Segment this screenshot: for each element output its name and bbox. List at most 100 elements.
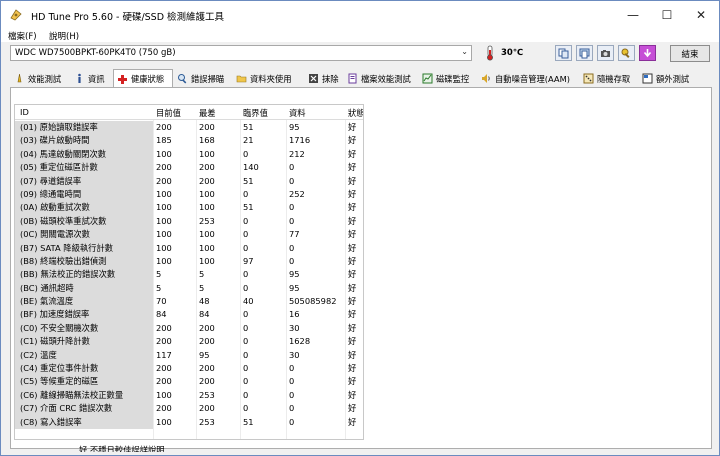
column-header-data[interactable]: 資料 bbox=[289, 107, 306, 119]
table-row[interactable]: (07) 尋道錯誤率 200 200 51 0 好 bbox=[15, 174, 363, 188]
column-header-current[interactable]: 目前值 bbox=[156, 107, 181, 119]
copy-screen-icon[interactable] bbox=[576, 45, 593, 61]
worst-value-cell: 253 bbox=[199, 416, 215, 427]
table-row[interactable]: (0C) 開關電源次數 100 100 0 77 好 bbox=[15, 228, 363, 242]
worst-value-cell: 200 bbox=[199, 322, 215, 333]
threshold-cell: 51 bbox=[243, 416, 254, 427]
table-row[interactable]: (C6) 離線掃瞄無法校正數量 100 253 0 0 好 bbox=[15, 388, 363, 403]
smart-attributes-table[interactable]: ID 目前值 最差 臨界值 資料 狀態 (01) 原始讀取錯誤率 200 200 51… bbox=[14, 104, 364, 440]
table-row[interactable]: (BF) 加速度錯誤率 84 84 0 16 好 bbox=[15, 308, 363, 322]
column-header-status[interactable]: 狀態 bbox=[348, 107, 363, 119]
table-row[interactable]: (B8) 終端校驗出錯偵測 100 100 97 0 好 bbox=[15, 254, 363, 269]
threshold-cell: 51 bbox=[243, 122, 254, 132]
status-cell: 好 bbox=[348, 363, 357, 374]
table-row[interactable]: (04) 馬達啟動關閉次數 100 100 0 212 好 bbox=[15, 147, 363, 162]
tab-extra-tests[interactable]: 額外測試 bbox=[642, 70, 689, 87]
table-row[interactable]: (09) 總通電時間 100 100 0 252 好 bbox=[15, 187, 363, 202]
minimize-button[interactable]: — bbox=[616, 1, 650, 29]
status-cell: 好 bbox=[348, 296, 357, 307]
raw-data-cell: 30 bbox=[289, 322, 300, 333]
raw-data-cell: 505085982 bbox=[289, 296, 337, 307]
worst-value-cell: 168 bbox=[199, 135, 215, 146]
folder-usage-icon bbox=[236, 75, 247, 83]
tab-strip: 效能測試 資訊 健康狀態 錯誤掃瞄 資料夾使用 抹除 檔案效能測試 磁碟監控 自… bbox=[10, 69, 712, 88]
tab-label: 健康狀態 bbox=[131, 74, 165, 84]
worst-value-cell: 84 bbox=[199, 309, 210, 320]
raw-data-cell: 77 bbox=[289, 229, 300, 240]
table-row[interactable]: (C2) 溫度 117 95 0 30 好 bbox=[15, 348, 363, 363]
threshold-cell: 0 bbox=[243, 403, 249, 414]
threshold-cell: 0 bbox=[243, 349, 249, 360]
table-row[interactable]: (05) 重定位磁區計數 200 200 140 0 好 bbox=[15, 161, 363, 175]
tab-health[interactable]: 健康狀態 bbox=[113, 69, 173, 88]
attribute-name-cell: (BB) 無法校正的錯誤次數 bbox=[15, 268, 153, 282]
attribute-name-cell: (07) 尋道錯誤率 bbox=[15, 174, 153, 188]
table-row[interactable]: (B7) SATA 降級執行計數 100 100 0 0 好 bbox=[15, 241, 363, 255]
tab-file-benchmark[interactable]: 檔案效能測試 bbox=[347, 70, 411, 87]
current-value-cell: 200 bbox=[156, 322, 172, 333]
tab-error-scan[interactable]: 錯誤掃瞄 bbox=[177, 70, 224, 87]
title-bar[interactable]: HD Tune Pro 5.60 - 硬碟/SSD 檢測維護工具 — ☐ ✕ bbox=[1, 1, 719, 29]
download-arrow-icon[interactable] bbox=[639, 45, 656, 61]
table-row[interactable]: (03) 碟片啟動時間 185 168 21 1716 好 bbox=[15, 134, 363, 148]
table-row[interactable]: (C0) 不安全關機次數 200 200 0 30 好 bbox=[15, 321, 363, 336]
tab-random-access[interactable]: 隨機存取 bbox=[583, 70, 630, 87]
copy-info-icon[interactable] bbox=[555, 45, 572, 61]
threshold-cell: 0 bbox=[243, 389, 249, 400]
attribute-name-cell: (C7) 介面 CRC 錯誤次數 bbox=[15, 402, 153, 416]
menu-file[interactable]: 檔案(F) bbox=[8, 30, 37, 42]
health-cross-icon bbox=[118, 74, 127, 84]
worst-value-cell: 253 bbox=[199, 215, 215, 226]
table-row[interactable]: (BE) 氣流溫度 70 48 40 505085982 好 bbox=[15, 295, 363, 309]
maximize-button[interactable]: ☐ bbox=[650, 1, 684, 29]
threshold-cell: 0 bbox=[243, 188, 249, 199]
table-row[interactable]: (0B) 磁頭校準重試次數 100 253 0 0 好 bbox=[15, 214, 363, 229]
status-cell: 好 bbox=[348, 269, 357, 280]
status-cell: 好 bbox=[348, 202, 357, 213]
tab-benchmark[interactable]: 效能測試 bbox=[14, 70, 61, 87]
table-row[interactable]: (BC) 通訊超時 5 5 0 95 好 bbox=[15, 281, 363, 296]
chevron-down-icon[interactable]: ⌄ bbox=[461, 47, 468, 56]
status-cell: 好 bbox=[348, 403, 357, 414]
exit-button[interactable]: 結束 bbox=[670, 45, 710, 62]
table-row[interactable]: (C5) 等候重定的磁區 200 200 0 0 好 bbox=[15, 375, 363, 389]
column-header-worst[interactable]: 最差 bbox=[199, 107, 216, 119]
tab-info[interactable]: 資訊 bbox=[74, 70, 105, 87]
status-cell: 好 bbox=[348, 215, 357, 226]
worst-value-cell: 100 bbox=[199, 242, 215, 253]
raw-data-cell: 0 bbox=[289, 255, 295, 266]
worst-value-cell: 200 bbox=[199, 403, 215, 414]
drive-select[interactable]: WDC WD7500BPKT-60PK4T0 (750 gB) ⌄ bbox=[10, 45, 472, 61]
column-header-threshold[interactable]: 臨界值 bbox=[243, 107, 268, 119]
menu-help[interactable]: 說明(H) bbox=[49, 30, 79, 42]
screenshot-camera-icon[interactable] bbox=[597, 45, 614, 61]
column-header-id[interactable]: ID bbox=[20, 107, 29, 117]
tab-erase[interactable]: 抹除 bbox=[308, 70, 339, 87]
table-row[interactable]: (BB) 無法校正的錯誤次數 5 5 0 95 好 bbox=[15, 268, 363, 282]
raw-data-cell: 95 bbox=[289, 282, 300, 293]
tab-aam[interactable]: 自動噪音管理(AAM) bbox=[481, 70, 570, 87]
temperature-readout: 30℃ bbox=[501, 48, 524, 58]
worst-value-cell: 48 bbox=[199, 296, 210, 307]
settings-wrench-icon[interactable] bbox=[618, 45, 635, 61]
tab-disk-monitor[interactable]: 磁碟監控 bbox=[422, 70, 469, 87]
raw-data-cell: 0 bbox=[289, 416, 295, 427]
raw-data-cell: 252 bbox=[289, 188, 305, 199]
current-value-cell: 100 bbox=[156, 389, 172, 400]
threshold-cell: 97 bbox=[243, 255, 254, 266]
worst-value-cell: 95 bbox=[199, 349, 210, 360]
tab-folder-usage[interactable]: 資料夾使用 bbox=[236, 70, 292, 87]
current-value-cell: 100 bbox=[156, 416, 172, 427]
tab-label: 隨機存取 bbox=[597, 73, 631, 84]
table-row[interactable]: (0A) 啟動重試次數 100 100 51 0 好 bbox=[15, 201, 363, 215]
raw-data-cell: 0 bbox=[289, 175, 295, 186]
close-button[interactable]: ✕ bbox=[684, 1, 718, 29]
table-row[interactable]: (C7) 介面 CRC 錯誤次數 200 200 0 0 好 bbox=[15, 402, 363, 416]
current-value-cell: 100 bbox=[156, 255, 172, 266]
table-row[interactable]: (C4) 重定位事件計數 200 200 0 0 好 bbox=[15, 362, 363, 376]
table-row[interactable]: (C8) 寫入錯誤率 100 253 51 0 好 bbox=[15, 415, 363, 429]
table-row[interactable]: (C1) 磁頭升降計數 200 200 0 1628 好 bbox=[15, 335, 363, 349]
current-value-cell: 200 bbox=[156, 162, 172, 173]
table-row[interactable]: (01) 原始讀取錯誤率 200 200 51 95 好 bbox=[15, 121, 363, 135]
attribute-name-cell: (05) 重定位磁區計數 bbox=[15, 161, 153, 175]
